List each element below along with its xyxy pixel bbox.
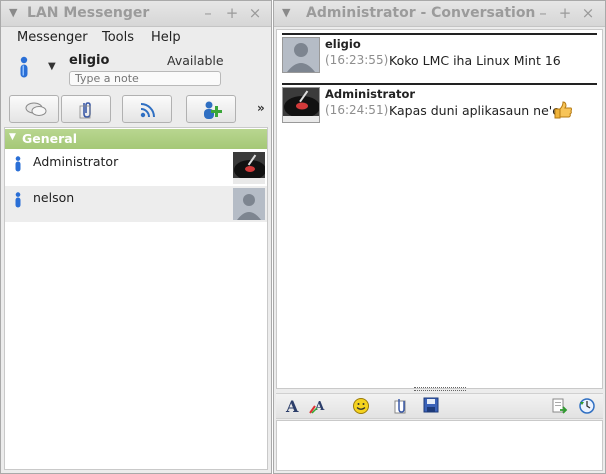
- message-history[interactable]: eligio (16:23:55) Koko LMC iha Linux Min…: [276, 29, 603, 389]
- message-input[interactable]: [276, 420, 603, 471]
- conversation-window-title: Administrator - Conversation: [306, 5, 536, 21]
- status-online-icon: [14, 156, 22, 175]
- lan-titlebar[interactable]: ▼ LAN Messenger – + ×: [1, 1, 271, 27]
- status-available-icon[interactable]: [18, 56, 30, 83]
- message-time: (16:23:55): [325, 53, 389, 67]
- window-menu-icon[interactable]: ▼: [9, 6, 17, 19]
- message-sender: eligio: [325, 37, 361, 51]
- attach-file-icon[interactable]: [390, 397, 412, 417]
- rss-feed-icon: [140, 103, 155, 118]
- send-file-icon[interactable]: [548, 397, 570, 417]
- svg-text:A: A: [285, 397, 299, 415]
- menu-help[interactable]: Help: [151, 30, 181, 45]
- maximize-icon[interactable]: +: [556, 4, 574, 22]
- contact-name: Administrator: [33, 154, 119, 169]
- maximize-icon[interactable]: +: [223, 4, 241, 22]
- broadcast-button[interactable]: [122, 95, 172, 123]
- chat-room-button[interactable]: [9, 95, 59, 123]
- font-icon[interactable]: A: [282, 397, 304, 417]
- close-icon[interactable]: ×: [246, 4, 264, 22]
- contact-name: nelson: [33, 190, 75, 205]
- paperclip-icon: [79, 102, 91, 119]
- default-person-avatar: [282, 37, 320, 73]
- message-time: (16:24:51): [325, 103, 389, 117]
- pane-splitter[interactable]: [414, 387, 466, 391]
- add-contact-button[interactable]: [186, 95, 236, 123]
- svg-text:A: A: [314, 399, 325, 413]
- message-entry: Administrator (16:24:51) Kapas duni apli…: [282, 83, 597, 133]
- default-person-avatar: [233, 188, 265, 220]
- thumbs-up-icon: [553, 101, 573, 122]
- conversation-titlebar[interactable]: ▼ Administrator - Conversation – + ×: [274, 1, 605, 27]
- contact-item[interactable]: nelson: [5, 186, 267, 222]
- save-icon[interactable]: [420, 397, 442, 417]
- lan-window-title: LAN Messenger: [27, 5, 150, 21]
- message-text: Koko LMC iha Linux Mint 16: [389, 53, 561, 68]
- contact-item[interactable]: Administrator: [5, 150, 267, 186]
- window-menu-icon[interactable]: ▼: [282, 6, 290, 19]
- menu-tools[interactable]: Tools: [102, 30, 134, 45]
- my-name: eligio: [69, 53, 110, 68]
- smiley-icon[interactable]: [350, 397, 372, 417]
- my-status: Available: [167, 53, 224, 68]
- note-input[interactable]: [69, 71, 221, 86]
- minimize-icon[interactable]: –: [199, 4, 217, 22]
- status-online-icon: [14, 192, 22, 211]
- history-icon[interactable]: [576, 397, 598, 417]
- main-toolbar: »: [1, 93, 271, 125]
- message-text: Kapas duni aplikasaun ne'e: [389, 103, 560, 118]
- toolbar-overflow-icon[interactable]: »: [257, 101, 265, 115]
- add-user-icon: [204, 101, 222, 119]
- status-dropdown-icon[interactable]: ▼: [48, 61, 56, 72]
- menubar: Messenger Tools Help: [1, 27, 271, 49]
- font-color-icon[interactable]: A: [308, 397, 330, 417]
- group-name: General: [22, 131, 77, 146]
- conversation-window: ▼ Administrator - Conversation – + × eli…: [273, 0, 606, 474]
- message-entry: eligio (16:23:55) Koko LMC iha Linux Min…: [282, 33, 597, 83]
- message-sender: Administrator: [325, 87, 416, 101]
- menu-messenger[interactable]: Messenger: [17, 30, 88, 45]
- contact-list: ▼ General Administrator nelson: [4, 127, 268, 470]
- user-header: ▼ eligio Available: [1, 49, 271, 91]
- close-icon[interactable]: ×: [579, 4, 597, 22]
- file-transfers-button[interactable]: [61, 95, 111, 123]
- lan-messenger-window: ▼ LAN Messenger – + × Messenger Tools He…: [0, 0, 272, 474]
- expand-arrow-icon: ▼: [9, 132, 16, 142]
- group-header-general[interactable]: ▼ General: [5, 129, 267, 149]
- record-player-avatar: [282, 87, 320, 123]
- minimize-icon[interactable]: –: [534, 4, 552, 22]
- chat-bubbles-icon: [25, 102, 47, 116]
- record-player-avatar: [233, 152, 266, 184]
- message-input-toolbar: A A: [276, 393, 603, 419]
